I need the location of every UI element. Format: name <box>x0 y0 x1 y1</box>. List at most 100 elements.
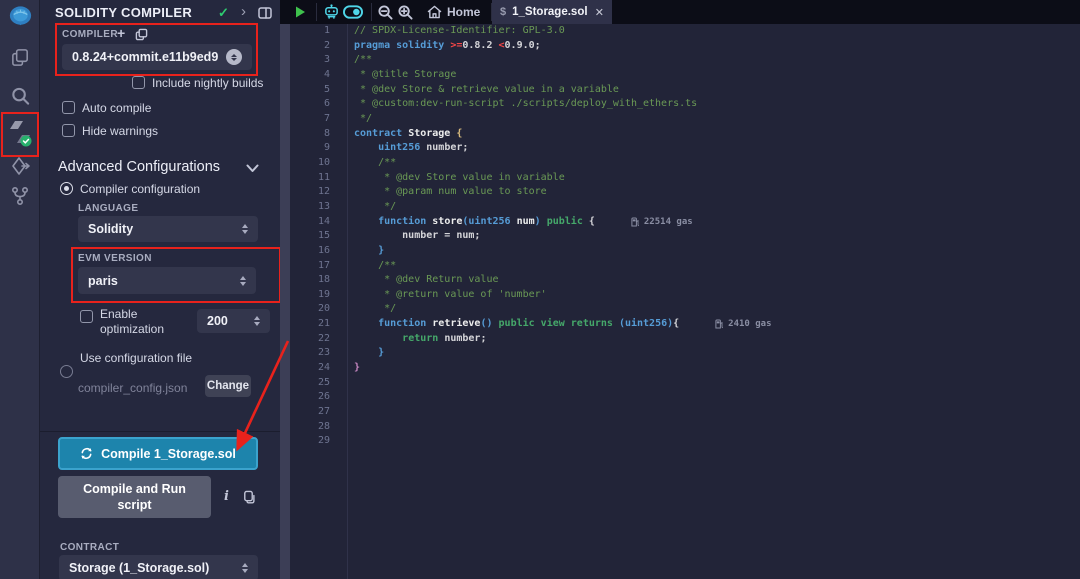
enable-optimization-label: Enable optimization <box>100 307 182 337</box>
line-number: 11 <box>290 171 330 186</box>
compile-refresh-icon <box>80 447 93 460</box>
chevron-down-icon[interactable] <box>246 164 259 173</box>
zoom-in-icon[interactable] <box>398 0 413 24</box>
file-explorer-icon[interactable] <box>0 47 40 68</box>
icon-rail <box>0 0 40 579</box>
code-line: * @dev Return value <box>354 273 1080 288</box>
line-number: 16 <box>290 244 330 259</box>
advanced-configurations-heading[interactable]: Advanced Configurations <box>58 159 220 175</box>
line-number: 8 <box>290 127 330 142</box>
panel-title: SOLIDITY COMPILER <box>55 5 192 20</box>
gas-annotation: 2410 gas <box>715 317 771 332</box>
code-line: uint256 number; <box>354 141 1080 156</box>
use-configuration-file-label: Use configuration file <box>80 351 192 365</box>
home-label: Home <box>447 5 480 19</box>
optimization-runs-value: 200 <box>207 314 254 328</box>
compile-and-run-label: Compile and Run script <box>80 481 190 513</box>
compiler-section-label: COMPILER <box>62 29 118 40</box>
compiler-version-select[interactable]: 0.8.24+commit.e11b9ed9 <box>62 44 252 70</box>
solidity-compiler-icon[interactable] <box>0 118 40 148</box>
tab-close-icon[interactable]: ✕ <box>595 6 604 19</box>
info-icon[interactable]: i <box>224 489 229 504</box>
code-line: } <box>354 244 1080 259</box>
tab-title: 1_Storage.sol <box>512 6 589 18</box>
run-script-play-icon[interactable] <box>293 0 307 24</box>
home-icon <box>427 5 442 19</box>
line-number: 13 <box>290 200 330 215</box>
home-button[interactable]: Home <box>427 0 480 24</box>
version-stepper-icon[interactable] <box>226 49 242 65</box>
runs-stepper-icon[interactable] <box>254 316 260 326</box>
zoom-out-icon[interactable] <box>378 0 393 24</box>
code-lines: // SPDX-License-Identifier: GPL-3.0pragm… <box>348 24 1080 579</box>
code-line: /** <box>354 53 1080 68</box>
code-line: * @dev Store & retrieve value in a varia… <box>354 83 1080 98</box>
compiler-configuration-label: Compiler configuration <box>80 182 200 196</box>
code-line: * @return value of 'number' <box>354 288 1080 303</box>
code-line: * @custom:dev-run-script ./scripts/deplo… <box>354 97 1080 112</box>
tab-1-storage-sol[interactable]: $ 1_Storage.sol ✕ <box>492 0 612 24</box>
code-line: number = num; <box>354 229 1080 244</box>
editor-top-bar: Home $ 1_Storage.sol ✕ <box>280 0 1080 24</box>
contract-value: Storage (1_Storage.sol) <box>69 561 242 575</box>
hide-warnings-checkbox[interactable] <box>62 124 75 137</box>
panel-resize-handle[interactable] <box>280 24 290 579</box>
code-line: contract Storage { <box>354 127 1080 142</box>
line-number: 20 <box>290 302 330 317</box>
language-stepper-icon <box>242 224 248 234</box>
nightly-builds-checkbox[interactable] <box>132 76 145 89</box>
contract-select[interactable]: Storage (1_Storage.sol) <box>59 555 258 579</box>
panel-divider <box>40 431 280 432</box>
code-line: pragma solidity >=0.8.2 <0.9.0; <box>354 39 1080 54</box>
change-config-button[interactable]: Change <box>205 375 251 397</box>
code-line: /** <box>354 259 1080 274</box>
config-file-name[interactable]: compiler_config.json <box>78 381 187 395</box>
line-number: 28 <box>290 420 330 435</box>
compiler-version-value: 0.8.24+commit.e11b9ed9 <box>72 50 226 64</box>
pin-panel-icon[interactable] <box>258 7 272 19</box>
language-select[interactable]: Solidity <box>78 216 258 242</box>
code-line: } <box>354 346 1080 361</box>
line-number: 29 <box>290 434 330 449</box>
line-numbers: 1234567891011121314151617181920212223242… <box>290 24 348 579</box>
compiler-configuration-radio[interactable] <box>60 182 73 195</box>
contract-stepper-icon <box>242 563 248 573</box>
line-number: 17 <box>290 259 330 274</box>
evm-version-value: paris <box>88 274 240 288</box>
code-line: * @param num value to store <box>354 185 1080 200</box>
use-configuration-file-radio[interactable] <box>60 365 73 378</box>
line-number: 27 <box>290 405 330 420</box>
compile-and-run-button[interactable]: Compile and Run script <box>58 476 211 518</box>
deploy-run-icon[interactable] <box>0 156 40 178</box>
copy-script-icon[interactable] <box>242 490 255 504</box>
line-number: 12 <box>290 185 330 200</box>
line-number: 25 <box>290 376 330 391</box>
code-line: * @title Storage <box>354 68 1080 83</box>
remix-ide-window: SOLIDITY COMPILER ✓ › COMPILER + 0.8.24+… <box>0 0 1080 579</box>
auto-compile-checkbox[interactable] <box>62 101 75 114</box>
line-number: 24 <box>290 361 330 376</box>
line-number: 23 <box>290 346 330 361</box>
panel-chevron-icon[interactable]: › <box>241 3 246 20</box>
ai-assistant-icon[interactable] <box>323 0 340 24</box>
search-icon[interactable] <box>0 86 40 107</box>
line-number: 10 <box>290 156 330 171</box>
copilot-toggle-icon[interactable] <box>343 0 363 24</box>
add-compiler-icon[interactable]: + <box>117 25 125 41</box>
evm-stepper-icon <box>240 276 246 286</box>
compile-button[interactable]: Compile 1_Storage.sol <box>58 437 258 470</box>
enable-optimization-checkbox[interactable] <box>80 310 93 323</box>
code-line: /** <box>354 156 1080 171</box>
copy-compiler-icon[interactable] <box>135 28 148 41</box>
compile-button-label: Compile 1_Storage.sol <box>101 447 236 461</box>
git-fork-icon[interactable] <box>0 186 40 206</box>
topbar-divider <box>316 3 317 21</box>
code-line: return number; <box>354 332 1080 347</box>
line-number: 21 <box>290 317 330 332</box>
optimization-runs-input[interactable]: 200 <box>197 309 270 333</box>
remix-logo-icon[interactable] <box>0 4 40 31</box>
line-number: 18 <box>290 273 330 288</box>
code-editor[interactable]: 1234567891011121314151617181920212223242… <box>290 24 1080 579</box>
evm-version-select[interactable]: paris <box>78 267 256 294</box>
line-number: 22 <box>290 332 330 347</box>
